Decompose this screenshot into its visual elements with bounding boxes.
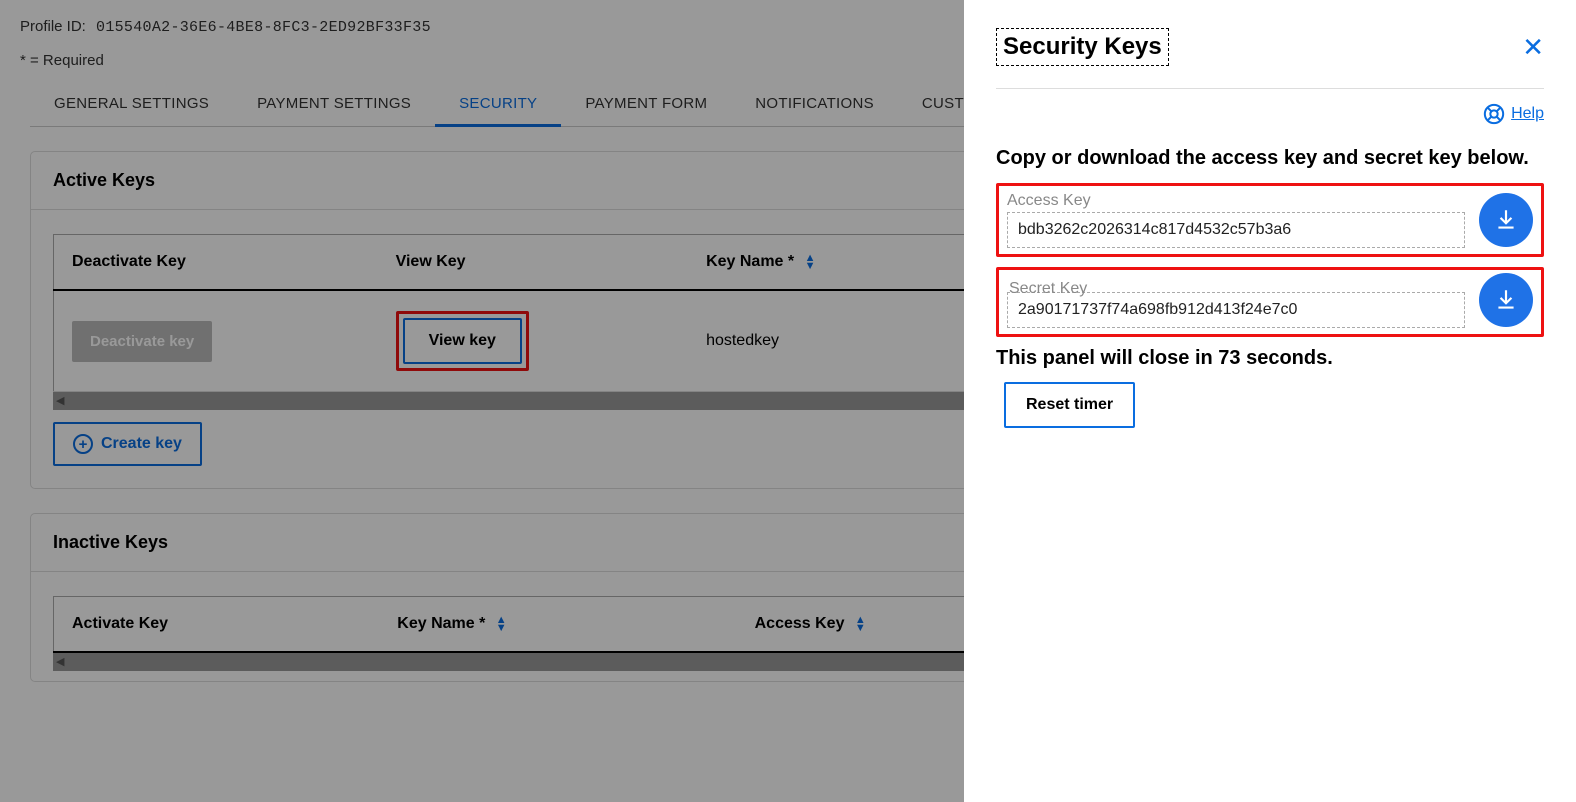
security-keys-panel: Security Keys ✕ Help Copy or download th… [964,0,1576,802]
help-row: Help [996,89,1544,143]
access-key-value[interactable] [1007,212,1465,248]
download-icon [1493,207,1519,233]
download-icon [1493,287,1519,313]
panel-close-note: This panel will close in 73 seconds. [996,347,1544,370]
access-key-block: Access Key [996,183,1544,257]
close-icon[interactable]: ✕ [1522,34,1544,60]
download-access-key-button[interactable] [1479,193,1533,247]
download-secret-key-button[interactable] [1479,273,1533,327]
panel-header: Security Keys ✕ [996,28,1544,89]
secret-key-block: Secret Key [996,267,1544,337]
help-link[interactable]: Help [1483,103,1544,125]
panel-title: Security Keys [996,28,1169,66]
reset-timer-button[interactable]: Reset timer [1004,382,1135,428]
help-icon [1483,103,1505,125]
secret-key-label: Secret Key [1007,280,1465,298]
panel-instruction: Copy or download the access key and secr… [996,143,1544,183]
access-key-label: Access Key [1007,192,1465,210]
